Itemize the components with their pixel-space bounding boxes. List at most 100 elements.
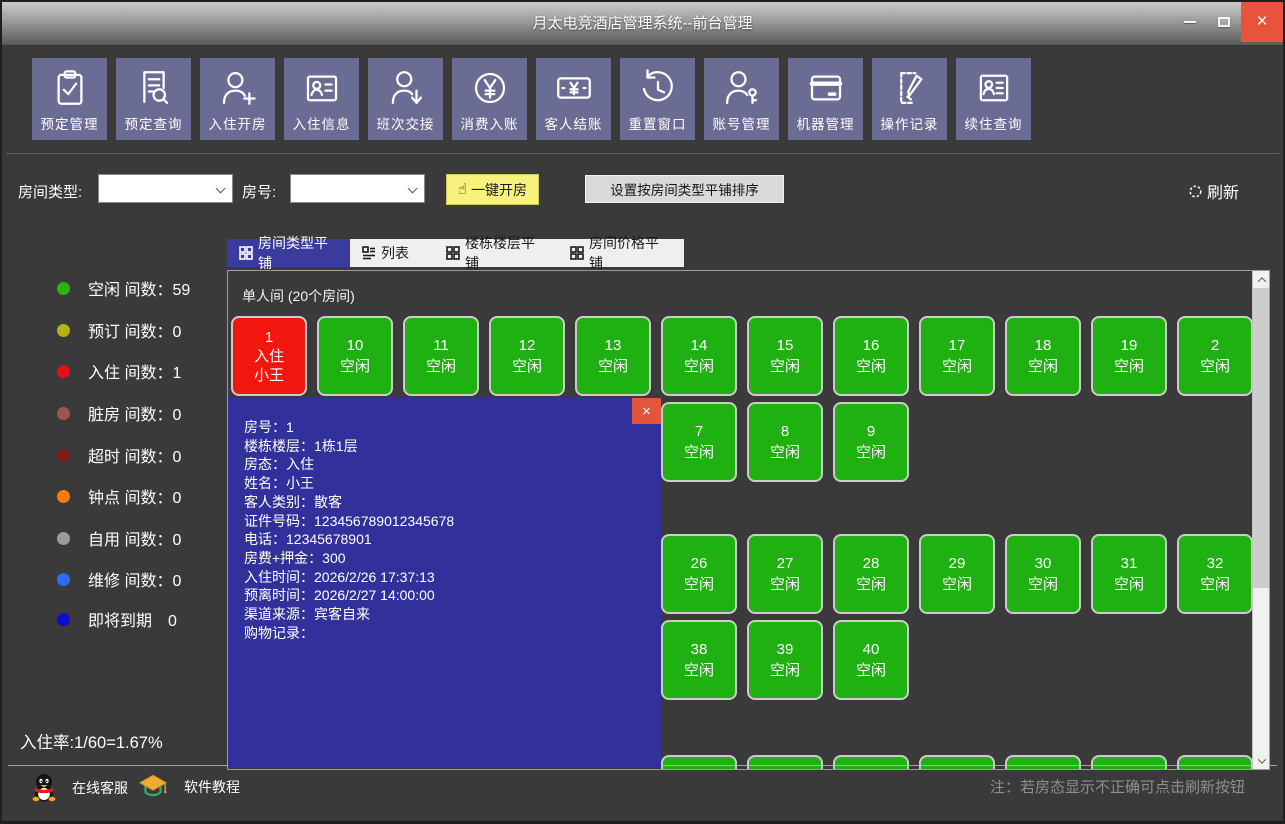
room-card[interactable]: 10空闲 bbox=[317, 316, 393, 396]
room-card[interactable]: 39空闲 bbox=[747, 620, 823, 700]
scrollbar-thumb[interactable] bbox=[1253, 288, 1270, 588]
room-number: 40 bbox=[863, 639, 880, 660]
room-card[interactable]: 27空闲 bbox=[747, 534, 823, 614]
room-no-select[interactable] bbox=[290, 174, 425, 203]
room-number: 31 bbox=[1121, 553, 1138, 574]
tab-building-floor-tiles[interactable]: 楼栋楼层平铺 bbox=[434, 239, 558, 267]
room-card[interactable]: 15空闲 bbox=[747, 316, 823, 396]
room-number: 39 bbox=[777, 639, 794, 660]
room-card[interactable] bbox=[747, 755, 823, 770]
room-card[interactable] bbox=[919, 755, 995, 770]
room-card[interactable]: 11空闲 bbox=[403, 316, 479, 396]
room-card[interactable] bbox=[1005, 755, 1081, 770]
sort-by-type-button[interactable]: 设置按房间类型平铺排序 bbox=[585, 175, 784, 203]
room-card[interactable]: 9空闲 bbox=[833, 402, 909, 482]
room-card[interactable]: 8空闲 bbox=[747, 402, 823, 482]
software-tutorial-link[interactable]: 软件教程 bbox=[138, 773, 240, 800]
legend-item-label: 即将到期 0 bbox=[88, 607, 177, 631]
toolbar-button-1[interactable]: 预定管理 bbox=[32, 58, 107, 140]
room-status: 空闲 bbox=[1114, 574, 1144, 595]
room-number: 18 bbox=[1035, 335, 1052, 356]
status-dot bbox=[57, 365, 70, 378]
toolbar-button-10[interactable]: 机器管理 bbox=[788, 58, 863, 140]
popup-detail-line: 渠道来源：宾客自来 bbox=[244, 605, 651, 624]
close-button[interactable]: × bbox=[1241, 2, 1283, 42]
room-card[interactable]: 12空闲 bbox=[489, 316, 565, 396]
room-card[interactable]: 31空闲 bbox=[1091, 534, 1167, 614]
room-status: 空闲 bbox=[856, 574, 886, 595]
room-status: 空闲 bbox=[942, 574, 972, 595]
close-icon: × bbox=[1256, 11, 1267, 33]
toolbar-button-6[interactable]: 消费入账 bbox=[452, 58, 527, 140]
refresh-button[interactable]: 刷新 bbox=[1188, 179, 1239, 203]
tab-list[interactable]: 列表 bbox=[350, 239, 434, 267]
tab-room-price-tiles[interactable]: 房间价格平铺 bbox=[558, 239, 684, 267]
room-type-select[interactable] bbox=[98, 174, 233, 203]
room-card[interactable]: 29空闲 bbox=[919, 534, 995, 614]
toolbar-button-8[interactable]: 重置窗口 bbox=[620, 58, 695, 140]
room-number: 27 bbox=[777, 553, 794, 574]
room-card[interactable]: 38空闲 bbox=[661, 620, 737, 700]
scroll-down-button[interactable] bbox=[1253, 752, 1270, 769]
room-card[interactable]: 14空闲 bbox=[661, 316, 737, 396]
vertical-scrollbar[interactable] bbox=[1252, 271, 1269, 769]
room-status: 空闲 bbox=[1114, 356, 1144, 377]
room-card[interactable] bbox=[1177, 755, 1253, 770]
maximize-button[interactable] bbox=[1207, 2, 1241, 42]
room-number: 1 bbox=[265, 328, 273, 347]
toolbar-button-12[interactable]: 续住查询 bbox=[956, 58, 1031, 140]
room-card[interactable]: 13空闲 bbox=[575, 316, 651, 396]
toolbar-button-3[interactable]: 入住开房 bbox=[200, 58, 275, 140]
room-card[interactable] bbox=[661, 755, 737, 770]
room-card[interactable] bbox=[1091, 755, 1167, 770]
legend-item: 自用 间数：0 bbox=[57, 528, 181, 548]
room-number: 2 bbox=[1211, 335, 1219, 356]
room-card[interactable]: 7空闲 bbox=[661, 402, 737, 482]
graduation-cap-icon bbox=[138, 773, 168, 800]
room-card[interactable]: 32空闲 bbox=[1177, 534, 1253, 614]
room-number: 14 bbox=[691, 335, 708, 356]
toolbar-button-11[interactable]: 操作记录 bbox=[872, 58, 947, 140]
room-card[interactable]: 17空闲 bbox=[919, 316, 995, 396]
toolbar-button-9[interactable]: 账号管理 bbox=[704, 58, 779, 140]
popup-close-button[interactable]: × bbox=[632, 398, 661, 424]
machine-card-icon bbox=[805, 66, 847, 110]
room-status: 空闲 bbox=[770, 356, 800, 377]
minimize-button[interactable] bbox=[1173, 2, 1207, 42]
room-status: 空闲 bbox=[1028, 574, 1058, 595]
room-card[interactable]: 30空闲 bbox=[1005, 534, 1081, 614]
room-card[interactable]: 18空闲 bbox=[1005, 316, 1081, 396]
tab-room-type-tiles[interactable]: 房间类型平铺 bbox=[227, 239, 350, 267]
room-card[interactable]: 2空闲 bbox=[1177, 316, 1253, 396]
popup-detail-line: 购物记录： bbox=[244, 624, 651, 643]
legend-item: 维修 间数：0 bbox=[57, 569, 181, 589]
toolbar-button-label: 入住开房 bbox=[209, 113, 267, 133]
scroll-up-button[interactable] bbox=[1253, 271, 1270, 288]
toolbar-button-5[interactable]: 班次交接 bbox=[368, 58, 443, 140]
grid-icon bbox=[570, 246, 584, 260]
toolbar-button-2[interactable]: 预定查询 bbox=[116, 58, 191, 140]
room-card[interactable]: 1入住小王 bbox=[231, 316, 307, 396]
room-card[interactable]: 19空闲 bbox=[1091, 316, 1167, 396]
toolbar-button-4[interactable]: 入住信息 bbox=[284, 58, 359, 140]
room-card[interactable]: 16空闲 bbox=[833, 316, 909, 396]
room-card[interactable]: 28空闲 bbox=[833, 534, 909, 614]
quick-open-button[interactable]: ☝ 一键开房 bbox=[446, 174, 539, 205]
online-service-link[interactable]: 在线客服 bbox=[32, 773, 128, 803]
room-status: 空闲 bbox=[770, 660, 800, 681]
popup-detail-line: 姓名：小王 bbox=[244, 474, 651, 493]
room-card[interactable]: 40空闲 bbox=[833, 620, 909, 700]
toolbar-button-label: 预定管理 bbox=[41, 113, 99, 133]
room-status: 空闲 bbox=[598, 356, 628, 377]
popup-detail-line: 客人类别：散客 bbox=[244, 493, 651, 512]
room-card[interactable]: 26空闲 bbox=[661, 534, 737, 614]
list-icon bbox=[362, 246, 376, 260]
status-dot bbox=[57, 407, 70, 420]
chevron-down-icon bbox=[1257, 755, 1265, 763]
room-guest: 小王 bbox=[254, 366, 284, 385]
room-card[interactable] bbox=[833, 755, 909, 770]
user-plus-icon bbox=[217, 66, 259, 110]
room-number: 38 bbox=[691, 639, 708, 660]
toolbar: 预定管理预定查询入住开房入住信息班次交接消费入账客人结账重置窗口账号管理机器管理… bbox=[32, 58, 1031, 140]
toolbar-button-7[interactable]: 客人结账 bbox=[536, 58, 611, 140]
